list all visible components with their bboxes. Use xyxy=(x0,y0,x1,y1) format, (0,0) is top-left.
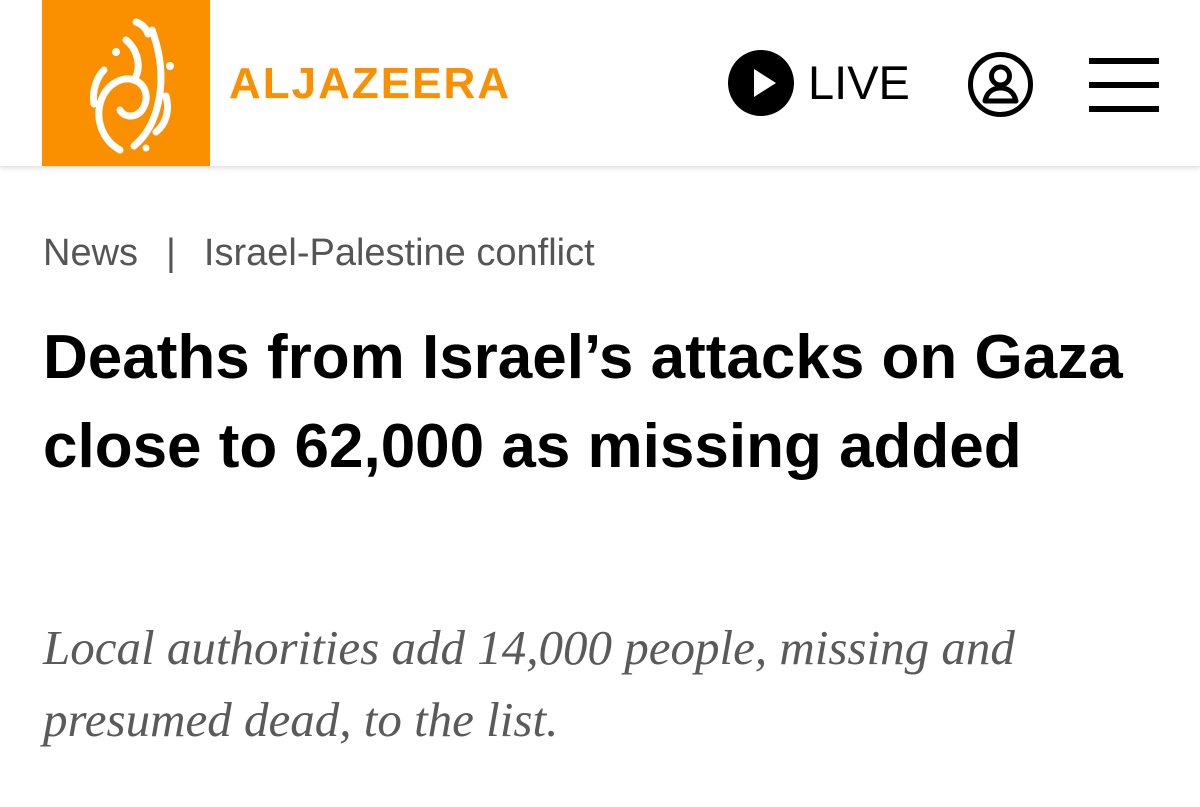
article-headline: Deaths from Israel’s attacks on Gaza clo… xyxy=(43,323,1123,481)
al-jazeera-calligraphy-icon xyxy=(90,18,174,154)
site-header: ALJAZEERA LIVE xyxy=(0,0,1200,167)
breadcrumb: News | Israel-Palestine conflict xyxy=(43,230,595,276)
article-subheadline: Local authorities add 14,000 people, mis… xyxy=(43,620,1015,747)
live-label: LIVE xyxy=(808,56,910,109)
breadcrumb-item-news[interactable]: News xyxy=(43,232,138,274)
account-button[interactable] xyxy=(967,51,1034,118)
menu-bar-middle xyxy=(1089,82,1159,88)
menu-bar-bottom xyxy=(1089,106,1159,112)
hamburger-menu-icon[interactable] xyxy=(1089,58,1159,112)
live-button[interactable]: LIVE xyxy=(728,50,910,116)
breadcrumb-separator: | xyxy=(166,232,176,274)
menu-bar-top xyxy=(1089,58,1159,64)
brand-name: ALJAZEERA xyxy=(229,59,512,108)
breadcrumb-item-israel-palestine-conflict[interactable]: Israel-Palestine conflict xyxy=(204,232,595,274)
al-jazeera-logo[interactable] xyxy=(42,0,210,166)
user-circle-icon xyxy=(968,52,1033,117)
play-circle-icon xyxy=(728,50,794,116)
